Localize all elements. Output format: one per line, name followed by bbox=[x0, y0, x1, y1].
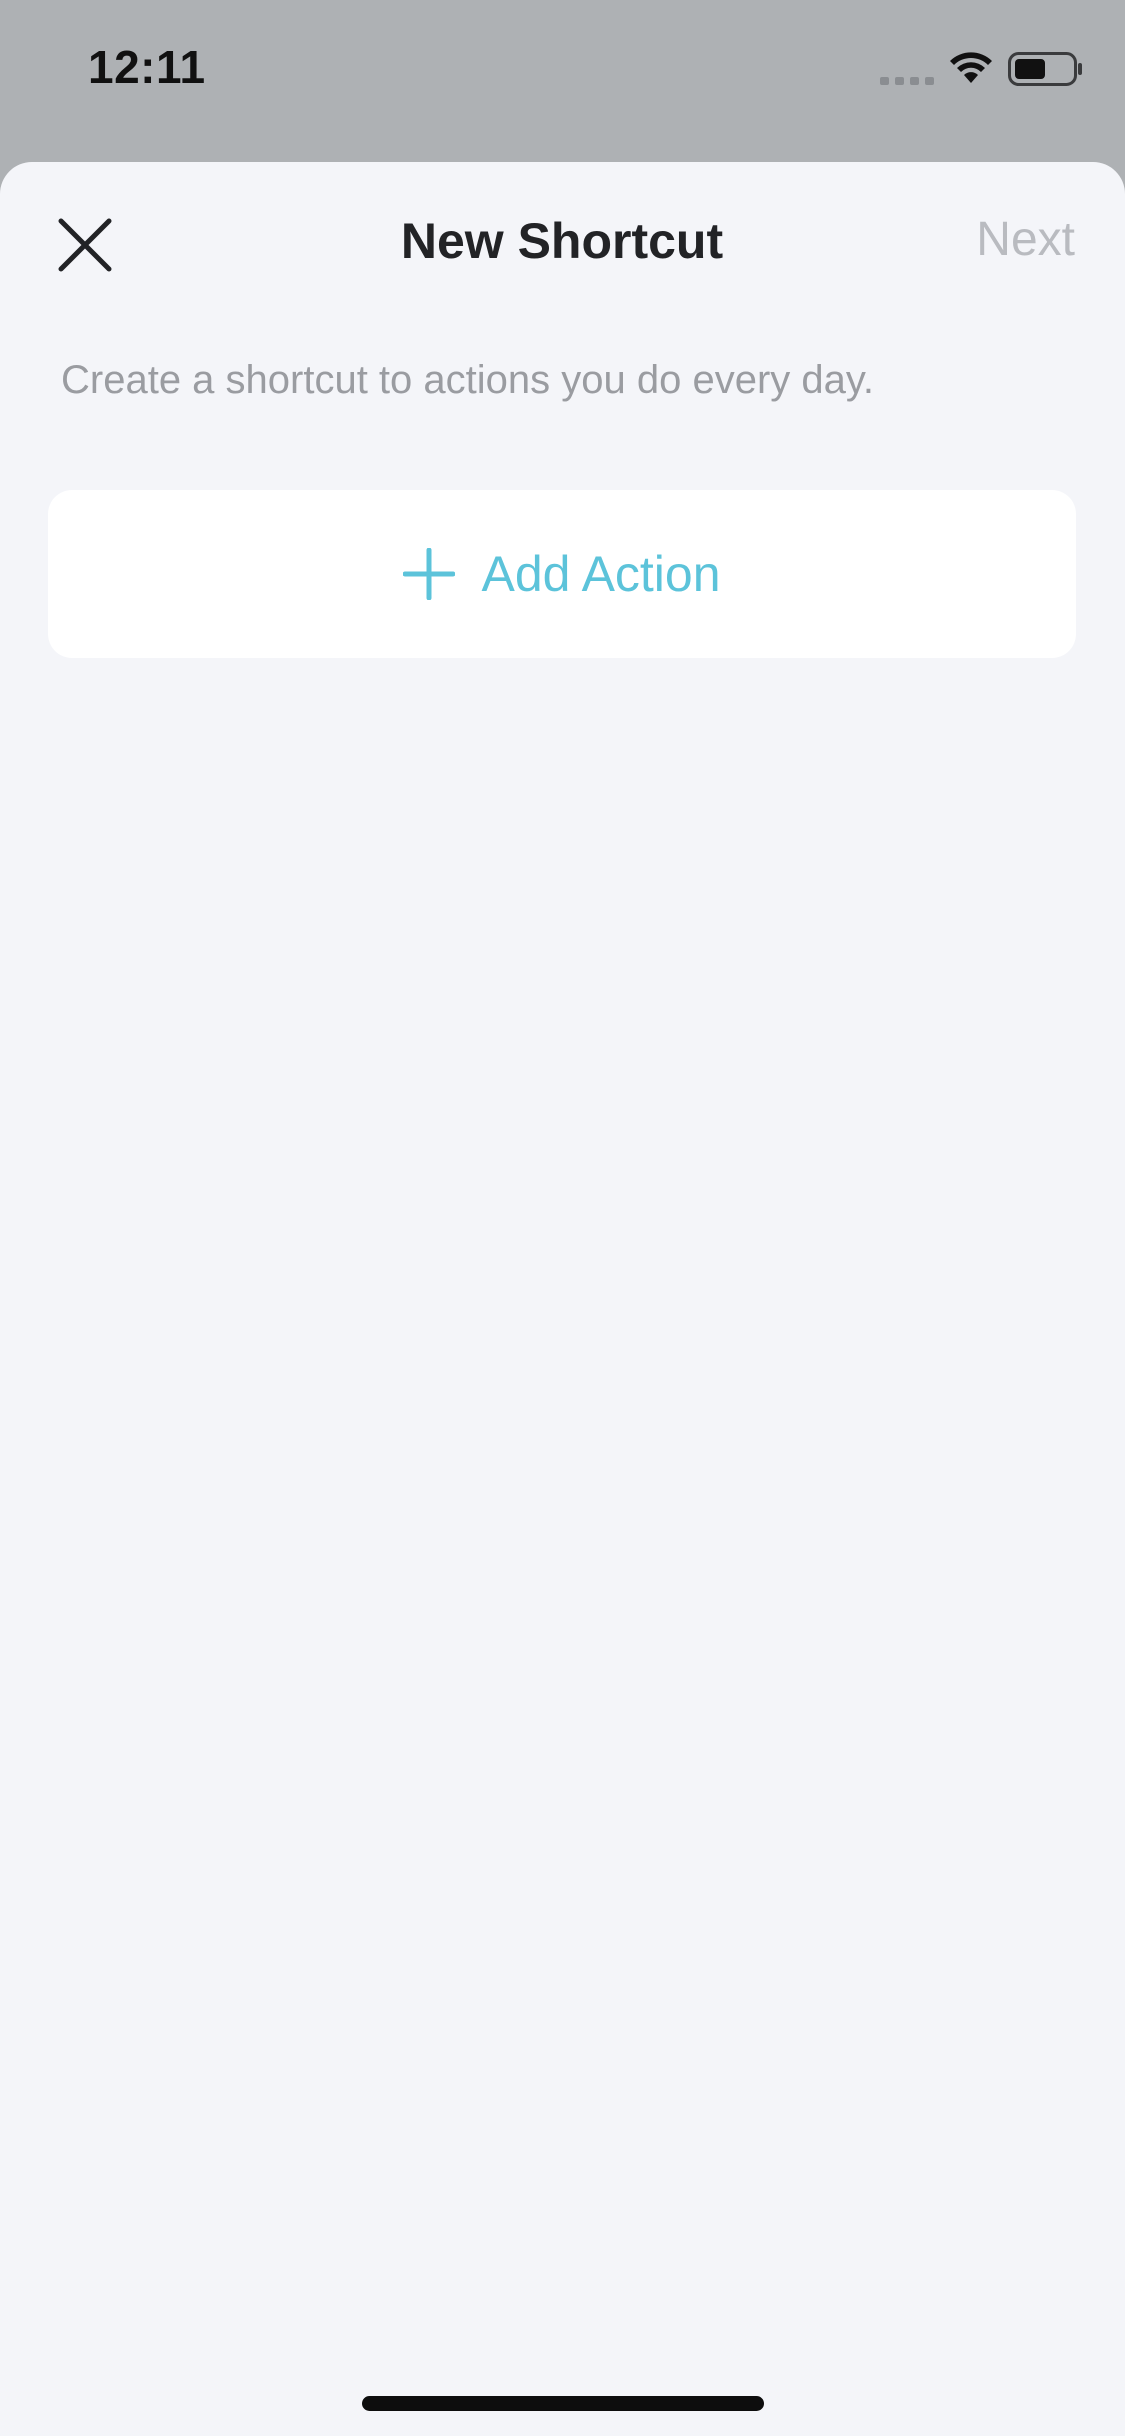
add-action-label: Add Action bbox=[481, 546, 721, 602]
page-subtitle: Create a shortcut to actions you do ever… bbox=[61, 358, 875, 402]
page-title: New Shortcut bbox=[400, 213, 724, 269]
wifi-icon bbox=[950, 52, 992, 83]
close-icon bbox=[58, 218, 112, 272]
status-time: 12:11 bbox=[88, 41, 206, 93]
next-button[interactable]: Next bbox=[920, 212, 1075, 267]
home-indicator[interactable] bbox=[362, 2396, 764, 2411]
signal-icon bbox=[880, 77, 934, 85]
plus-icon bbox=[403, 548, 456, 600]
status-bar: 12:11 bbox=[0, 0, 1125, 150]
battery-icon bbox=[1008, 52, 1082, 86]
add-action-button[interactable]: Add Action bbox=[48, 490, 1076, 658]
close-button[interactable] bbox=[50, 205, 120, 285]
